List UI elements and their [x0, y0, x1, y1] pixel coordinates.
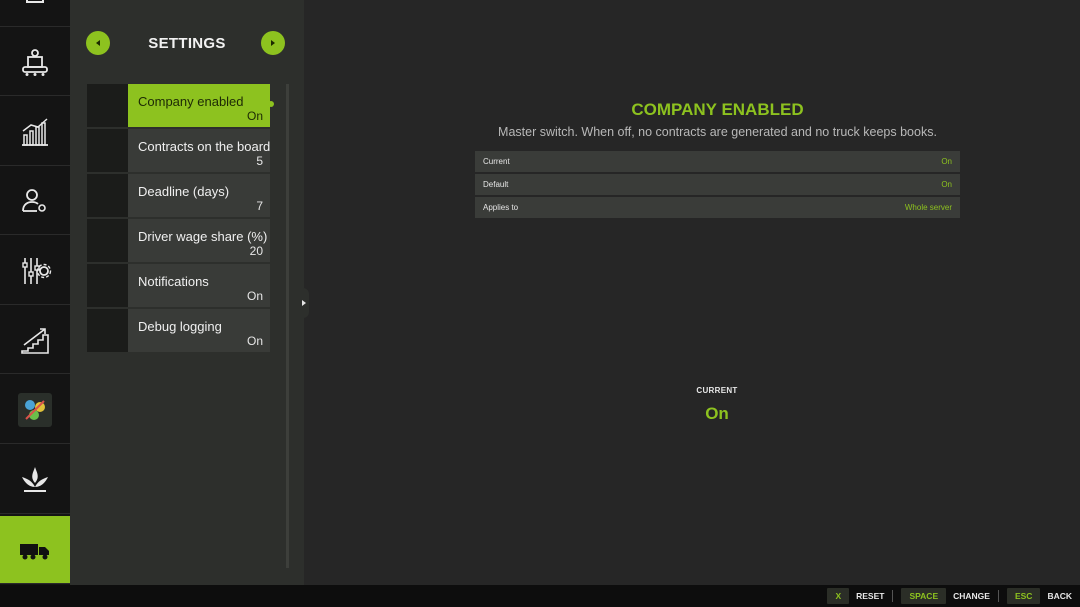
setting-label: Driver wage share (%)	[138, 229, 268, 244]
setting-notifications[interactable]: Notifications On	[87, 264, 270, 307]
next-page-button[interactable]	[261, 31, 285, 55]
rail-item-map[interactable]	[0, 376, 70, 444]
setting-value: On	[246, 109, 263, 123]
panel-collapse-handle[interactable]	[299, 288, 309, 318]
setting-value: 5	[256, 154, 263, 168]
rail-item-staff[interactable]	[0, 167, 70, 235]
rail-item-production[interactable]	[0, 28, 70, 96]
back-hint-button[interactable]: ESC BACK	[1006, 588, 1072, 604]
hint-divider	[892, 590, 894, 602]
info-key: Applies to	[483, 203, 519, 212]
setting-label: Company enabled	[138, 94, 244, 109]
setting-deadline-days[interactable]: Deadline (days) 7	[87, 174, 270, 217]
user-settings-icon	[22, 188, 46, 212]
settings-scrollbar[interactable]	[286, 84, 289, 568]
detail-info-table: Current On Default On Applies to Whole s…	[475, 151, 960, 220]
setting-thumbnail	[87, 174, 128, 217]
factory-conveyor-icon	[22, 48, 48, 76]
setting-value: On	[246, 334, 263, 348]
rail-item-farming[interactable]	[0, 446, 70, 514]
info-value: On	[941, 180, 952, 189]
hint-label: CHANGE	[953, 591, 990, 601]
settings-list: Company enabled On Contracts on the boar…	[87, 84, 274, 354]
truck-icon	[20, 543, 49, 559]
rail-item-statistics[interactable]	[0, 98, 70, 166]
info-row-default: Default On	[475, 174, 960, 195]
setting-value: On	[246, 289, 263, 303]
info-row-current: Current On	[475, 151, 960, 172]
key-space: SPACE	[901, 588, 947, 604]
input-hint-bar: X RESET SPACE CHANGE ESC BACK	[0, 585, 1080, 607]
current-value-label: CURRENT	[696, 386, 738, 395]
settings-panel: SETTINGS Company enabled On Contracts on…	[70, 0, 309, 585]
stairs-chart-icon	[21, 327, 49, 354]
rail-item-trucking-company[interactable]	[0, 516, 76, 584]
chevron-right-icon	[302, 300, 306, 306]
key-x: X	[827, 588, 850, 604]
current-value: On	[705, 404, 729, 423]
setting-driver-wage-share[interactable]: Driver wage share (%) 20	[87, 219, 270, 262]
rail-item-contracts[interactable]	[0, 0, 70, 27]
setting-thumbnail	[87, 129, 128, 172]
detail-title: COMPANY ENABLED	[631, 100, 804, 119]
key-esc: ESC	[1006, 588, 1041, 604]
info-value: Whole server	[904, 203, 952, 212]
hint-label: BACK	[1047, 591, 1072, 601]
setting-thumbnail	[87, 219, 128, 262]
setting-thumbnail	[87, 84, 128, 127]
info-value: On	[941, 157, 952, 166]
setting-debug-logging[interactable]: Debug logging On	[87, 309, 270, 352]
plant-sprout-icon	[22, 466, 48, 492]
clipboard-icon	[26, 0, 44, 3]
reset-hint-button[interactable]: X RESET	[827, 588, 884, 604]
change-hint-button[interactable]: SPACE CHANGE	[901, 588, 990, 604]
info-key: Current	[483, 157, 510, 166]
detail-description: Master switch. When off, no contracts ar…	[498, 125, 937, 139]
rail-item-growth[interactable]	[0, 306, 70, 374]
setting-thumbnail	[87, 309, 128, 352]
setting-label: Deadline (days)	[138, 184, 230, 199]
hint-divider	[997, 590, 999, 602]
setting-label: Notifications	[138, 274, 209, 289]
map-thumbnail-icon	[18, 392, 52, 427]
settings-header: SETTINGS	[70, 30, 304, 56]
setting-label: Debug logging	[138, 319, 222, 334]
info-key: Default	[483, 180, 509, 189]
info-row-applies-to: Applies to Whole server	[475, 197, 960, 218]
setting-company-enabled[interactable]: Company enabled On	[87, 84, 274, 127]
setting-label: Contracts on the board	[138, 139, 271, 154]
arrow-right-icon	[271, 40, 275, 46]
setting-contracts-on-board[interactable]: Contracts on the board 5	[87, 129, 270, 172]
bar-chart-icon	[22, 117, 48, 146]
hint-label: RESET	[856, 591, 885, 601]
setting-value: 20	[249, 244, 263, 258]
setting-thumbnail	[87, 264, 128, 307]
category-rail	[0, 0, 76, 585]
setting-value: 7	[256, 199, 263, 213]
sliders-gear-icon	[22, 257, 52, 284]
rail-item-general-settings[interactable]	[0, 237, 70, 305]
